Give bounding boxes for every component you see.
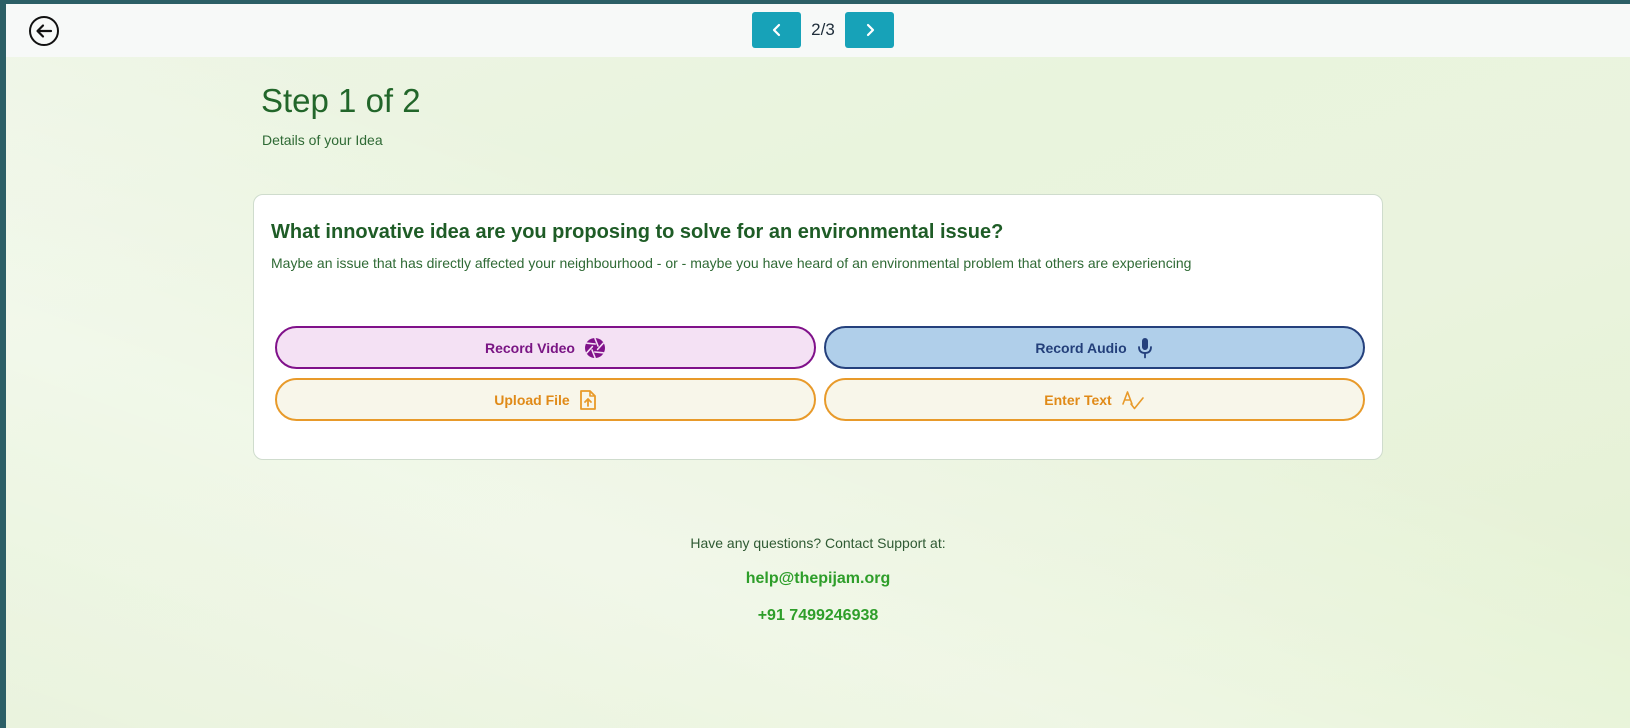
support-email-link[interactable]: help@thepijam.org [6, 570, 1630, 588]
step-title: Step 1 of 2 [261, 82, 421, 119]
record-video-button[interactable]: Record Video [275, 326, 816, 369]
page-count: 2/3 [811, 20, 835, 39]
next-page-button[interactable] [845, 12, 894, 48]
chevron-right-icon [866, 23, 874, 37]
enter-text-label: Enter Text [1044, 391, 1112, 408]
chevron-left-icon [772, 23, 780, 37]
arrow-left-circle-icon [29, 16, 59, 46]
question-description: Maybe an issue that has directly affecte… [271, 255, 1192, 271]
text-check-icon [1121, 389, 1145, 411]
camera-aperture-icon [584, 337, 606, 359]
record-video-label: Record Video [485, 339, 575, 356]
back-button[interactable] [28, 15, 60, 47]
upload-file-button[interactable]: Upload File [275, 378, 816, 421]
enter-text-button[interactable]: Enter Text [824, 378, 1365, 421]
previous-page-button[interactable] [752, 12, 801, 48]
question-card: What innovative idea are you proposing t… [253, 194, 1383, 460]
app-window: 2/3 Step 1 of 2 Details of your Idea Wha… [6, 4, 1630, 728]
step-subtitle: Details of your Idea [262, 132, 383, 148]
microphone-icon [1136, 337, 1154, 359]
support-phone-link[interactable]: +91 7499246938 [6, 607, 1630, 625]
record-audio-label: Record Audio [1035, 339, 1127, 356]
top-bar: 2/3 [6, 4, 1630, 57]
record-audio-button[interactable]: Record Audio [824, 326, 1365, 369]
support-text: Have any questions? Contact Support at: [690, 535, 946, 551]
file-upload-icon [579, 389, 597, 411]
pager: 2/3 [752, 12, 894, 48]
upload-file-label: Upload File [494, 391, 570, 408]
question-title: What innovative idea are you proposing t… [271, 221, 1004, 243]
